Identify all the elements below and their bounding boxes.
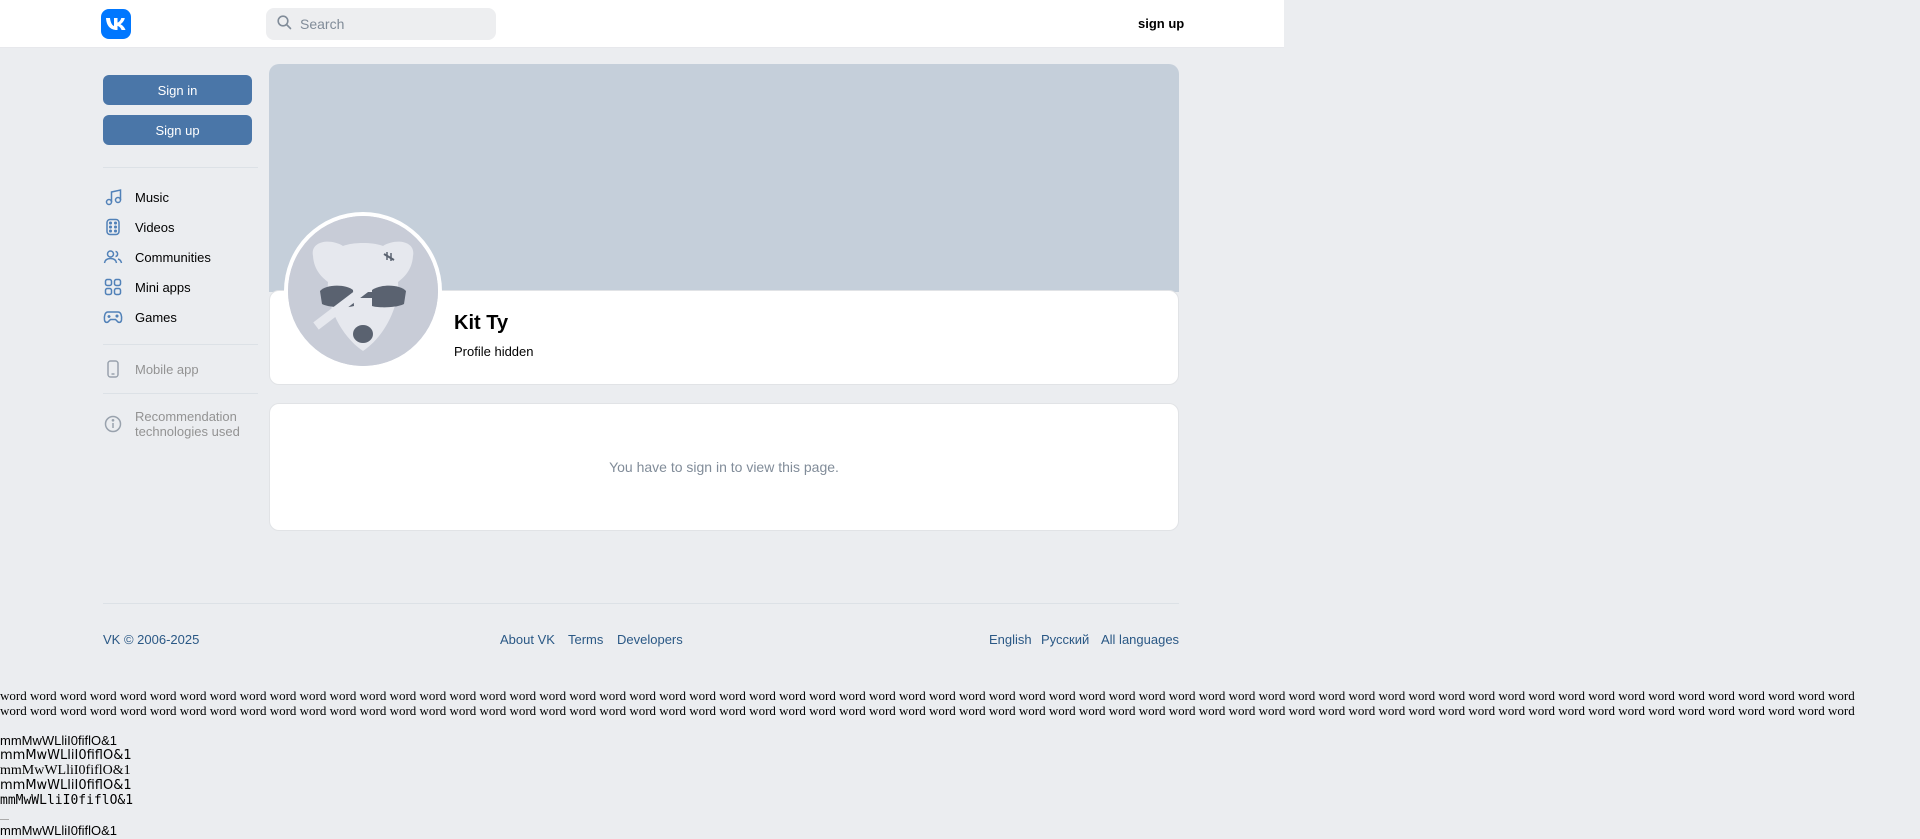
sidebar-item-mini-apps[interactable]: Mini apps [103, 275, 191, 299]
font-sample: mmMwWLliI0fiflO&1 [0, 793, 134, 808]
sidebar-item-music[interactable]: Music [103, 185, 169, 209]
font-sample: mmMwWLliI0fiflO&1 [0, 823, 118, 838]
divider [0, 819, 9, 820]
sidebar-divider [103, 393, 258, 394]
sidebar-item-communities[interactable]: Communities [103, 245, 211, 269]
sidebar-item-label: Music [135, 189, 169, 205]
footer-lang-english[interactable]: English [989, 632, 1032, 647]
footer-lang-russian[interactable]: Русский [1041, 632, 1089, 647]
sidebar-item-mobile-app[interactable]: Mobile app [103, 357, 199, 381]
sign-in-button[interactable]: Sign in [103, 75, 252, 105]
sidebar-divider [103, 167, 258, 168]
top-header: sign up [0, 0, 1284, 48]
footer-divider [103, 603, 1179, 604]
footer-link-developers[interactable]: Developers [617, 632, 683, 647]
recommendations-line-2: technologies used [135, 424, 240, 439]
deactivated-dog-avatar-icon [288, 216, 438, 366]
sidebar-item-label: Mini apps [135, 279, 191, 295]
recommendations-label: Recommendation technologies used [135, 409, 240, 439]
footer-lang-all[interactable]: All languages [1101, 632, 1179, 647]
font-sample: mmMwWLliI0fiflO&1 [0, 733, 118, 748]
avatar[interactable] [284, 212, 442, 370]
sidebar-item-label: Communities [135, 249, 211, 265]
gamepad-icon [103, 307, 123, 327]
sidebar-item-videos[interactable]: Videos [103, 215, 175, 239]
font-sample: mmMwWLliI0fiflO&1 [0, 763, 131, 778]
phone-icon [103, 359, 123, 379]
header-signup-link[interactable]: sign up [1138, 16, 1184, 31]
sidebar-item-label: Mobile app [135, 361, 199, 377]
footer-link-terms[interactable]: Terms [568, 632, 603, 647]
word-line: word word word word word word word word … [0, 703, 1855, 718]
word-line: word word word word word word word word … [0, 688, 1855, 703]
sign-up-button[interactable]: Sign up [103, 115, 252, 145]
font-sample: mmMwWLliI0fiflO&1 [0, 778, 132, 793]
search-icon [277, 15, 292, 33]
recommendations-line-1: Recommendation [135, 409, 237, 424]
vk-logo-icon[interactable] [101, 9, 131, 39]
grid-icon [103, 277, 123, 297]
info-icon [103, 414, 123, 434]
search-box[interactable] [266, 8, 496, 40]
sidebar-item-label: Videos [135, 219, 175, 235]
video-icon [103, 217, 123, 237]
profile-status: Profile hidden [454, 344, 534, 359]
profile-name: Kit Ty [454, 312, 509, 334]
sidebar-item-games[interactable]: Games [103, 305, 177, 329]
sidebar-item-label: Games [135, 309, 177, 325]
sidebar-divider [103, 344, 258, 345]
users-icon [103, 247, 123, 267]
sign-in-notice-card: You have to sign in to view this page. [269, 403, 1179, 531]
sign-in-notice-text: You have to sign in to view this page. [609, 459, 839, 475]
footer-link-about[interactable]: About VK [500, 632, 555, 647]
search-input[interactable] [300, 16, 490, 32]
footer-copyright[interactable]: VK © 2006-2025 [103, 632, 199, 647]
sidebar-item-recommendations[interactable]: Recommendation technologies used [103, 408, 240, 440]
music-note-icon [103, 187, 123, 207]
font-sample: mmMwWLliI0fiflO&1 [0, 748, 132, 763]
